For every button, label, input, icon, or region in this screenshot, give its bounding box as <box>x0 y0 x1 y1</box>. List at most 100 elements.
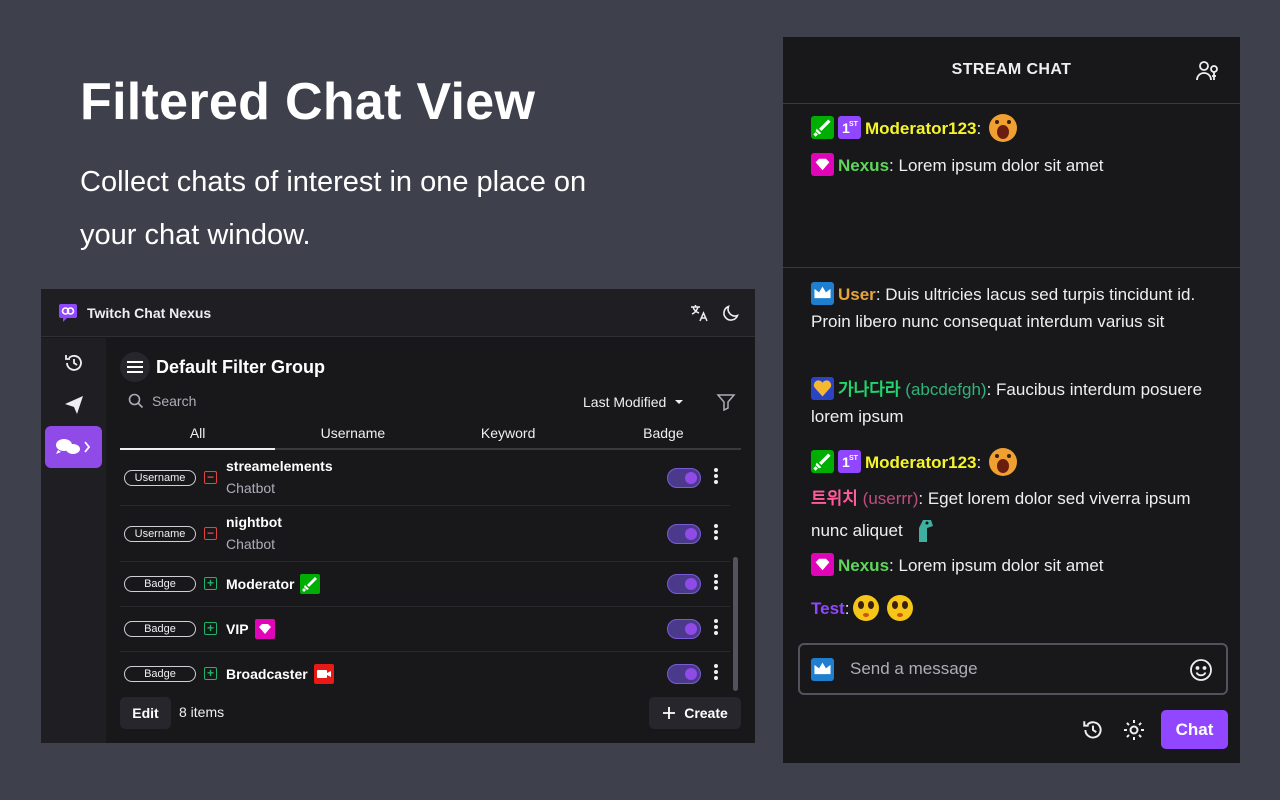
chat-username[interactable]: 가나다라 <box>838 380 901 399</box>
more-options-icon[interactable] <box>714 524 718 542</box>
filter-row: Username − nightbot Chatbot <box>120 506 730 562</box>
sidebar-filter-chat-button[interactable] <box>45 426 102 468</box>
chat-message: 1 ST Moderator123: <box>811 444 1221 478</box>
chat-input-box[interactable] <box>798 643 1228 695</box>
filter-toggle[interactable] <box>667 468 701 488</box>
svg-text:ST: ST <box>849 121 859 128</box>
search-placeholder: Search <box>152 393 197 409</box>
chat-message: 1 ST Moderator123: <box>811 110 1221 144</box>
filter-name: Moderator <box>226 574 321 594</box>
chat-message: Nexus: Lorem ipsum dolor sit amet <box>811 152 1221 179</box>
sidebar-history-button[interactable] <box>45 342 102 384</box>
chat-history-icon[interactable] <box>1081 718 1105 742</box>
chat-username[interactable]: 트위치 <box>811 489 858 508</box>
app-sidebar <box>41 338 106 743</box>
filter-toggle[interactable] <box>667 619 701 639</box>
filter-list: Username − streamelements Chatbot Userna… <box>120 450 730 697</box>
chat-username[interactable]: Moderator123 <box>865 119 976 138</box>
chat-username[interactable]: User <box>838 285 876 304</box>
subscriber-crown-badge-icon <box>811 282 834 305</box>
exclude-sign-icon: − <box>204 471 217 484</box>
chat-username[interactable]: Moderator123 <box>865 453 976 472</box>
filter-type-pill: Badge <box>124 666 196 682</box>
tab-username[interactable]: Username <box>275 416 430 448</box>
more-options-icon[interactable] <box>714 664 718 682</box>
pog-emote-icon <box>887 595 914 621</box>
chat-username[interactable]: Test <box>811 599 845 618</box>
filter-sub: Chatbot <box>226 480 276 496</box>
filter-main-panel: Default Filter Group Search Last Modifie… <box>106 338 755 743</box>
chat-message: User: Duis ultricies lacus sed turpis ti… <box>811 281 1221 335</box>
search-box[interactable]: Search <box>128 393 196 409</box>
filter-toggle[interactable] <box>667 664 701 684</box>
include-sign-icon: + <box>204 577 217 590</box>
include-sign-icon: + <box>204 622 217 635</box>
filter-name: VIP <box>226 619 275 639</box>
svg-text:ST: ST <box>849 455 859 462</box>
filter-row: Badge + VIP <box>120 607 730 652</box>
community-users-icon[interactable] <box>1196 59 1220 83</box>
filter-sub: Chatbot <box>226 536 276 552</box>
items-count: 8 items <box>179 704 225 720</box>
vip-badge-icon <box>254 619 275 639</box>
filter-row: Badge + Moderator <box>120 562 730 607</box>
filter-type-pill: Username <box>124 470 196 486</box>
send-message-input[interactable] <box>850 657 1170 681</box>
filter-name-text: Broadcaster <box>226 666 308 682</box>
chat-message: Nexus: Lorem ipsum dolor sit amet <box>811 552 1221 579</box>
filter-funnel-icon[interactable] <box>716 393 736 411</box>
group-menu-button[interactable] <box>120 352 150 382</box>
chat-title: STREAM CHAT <box>951 61 1072 78</box>
hamburger-menu-icon <box>127 361 143 373</box>
screaming-emote-icon <box>988 448 1017 476</box>
chat-login: (userrr) <box>862 489 919 508</box>
tab-badge[interactable]: Badge <box>586 416 741 448</box>
filtered-chat-area: 1 ST Moderator123: Nexus: Lorem ipsum dol… <box>783 105 1240 268</box>
sidebar-send-button[interactable] <box>45 384 102 426</box>
app-logo-icon <box>59 304 77 322</box>
chat-message: Test: <box>811 590 1221 624</box>
dinosaur-emote-icon <box>919 520 934 542</box>
first-chat-badge-icon: 1 ST <box>838 450 861 473</box>
filter-type-pill: Username <box>124 526 196 542</box>
subscriber-crown-badge-icon[interactable] <box>811 658 834 681</box>
filter-toggle[interactable] <box>667 574 701 594</box>
dark-mode-moon-icon[interactable] <box>721 303 741 323</box>
filter-toggle[interactable] <box>667 524 701 544</box>
hero-title: Filtered Chat View <box>80 73 536 131</box>
sort-label: Last Modified <box>583 394 667 410</box>
list-scrollbar[interactable] <box>733 557 738 691</box>
heart-badge-icon <box>811 377 834 400</box>
more-options-icon[interactable] <box>714 574 718 592</box>
chat-text: Lorem ipsum dolor sit amet <box>893 556 1104 575</box>
emote-picker-smiley-icon[interactable] <box>1189 658 1213 682</box>
tab-all[interactable]: All <box>120 416 276 450</box>
filter-group-title: Default Filter Group <box>156 357 326 377</box>
screaming-emote-icon <box>988 114 1017 142</box>
app-header: Twitch Chat Nexus <box>41 289 755 337</box>
vip-badge-icon <box>811 153 834 176</box>
create-button[interactable]: Create <box>649 697 741 729</box>
chat-username[interactable]: Nexus <box>838 556 889 575</box>
chat-message: 트위치 (userrr): Eget lorem dolor sed viver… <box>811 485 1221 546</box>
edit-button[interactable]: Edit <box>120 697 171 729</box>
sort-dropdown[interactable]: Last Modified <box>583 394 684 410</box>
first-chat-badge-icon: 1 ST <box>838 116 861 139</box>
chat-settings-gear-icon[interactable] <box>1122 718 1146 742</box>
moderator-badge-icon <box>811 450 834 473</box>
more-options-icon[interactable] <box>714 619 718 637</box>
translate-icon[interactable] <box>689 303 709 323</box>
vip-badge-icon <box>811 553 834 576</box>
app-name: Twitch Chat Nexus <box>87 305 212 321</box>
hero-subtitle: Collect chats of interest in one place o… <box>80 166 587 251</box>
send-chat-button[interactable]: Chat <box>1161 710 1228 749</box>
stream-chat-panel: STREAM CHAT 1 ST Moderator123: Nexus: Lor… <box>783 37 1240 763</box>
chat-login: (abcdefgh) <box>905 380 987 399</box>
filter-name-text: Moderator <box>226 576 295 592</box>
include-sign-icon: + <box>204 667 217 680</box>
filter-tabs: All Username Keyword Badge <box>120 416 741 450</box>
tab-keyword[interactable]: Keyword <box>431 416 586 448</box>
more-options-icon[interactable] <box>714 468 718 486</box>
chat-username[interactable]: Nexus <box>838 156 889 175</box>
filter-name: streamelements <box>226 458 333 474</box>
